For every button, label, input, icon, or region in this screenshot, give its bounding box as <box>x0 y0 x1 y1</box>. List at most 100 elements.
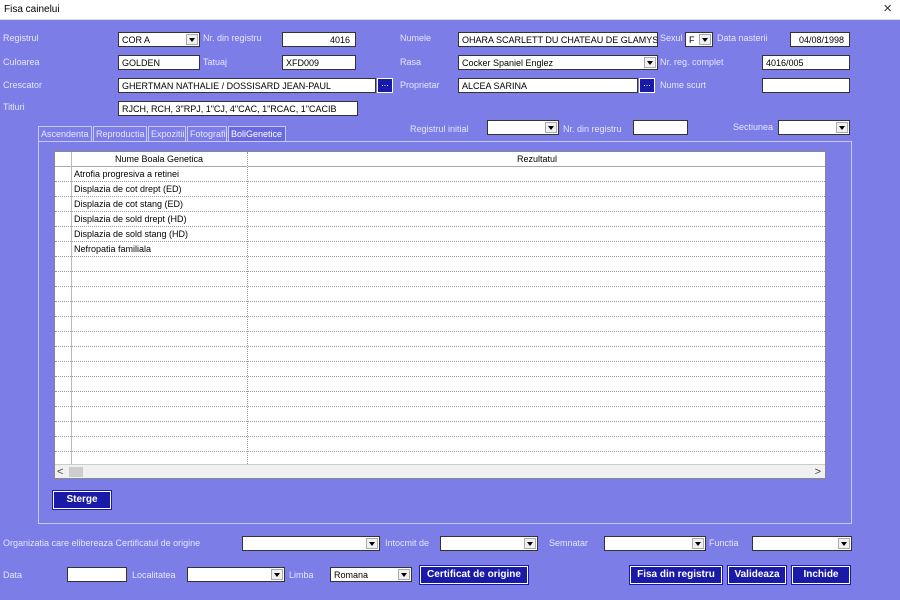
table-row[interactable]: Displazia de sold drept (HD) <box>55 212 825 227</box>
rezultatul-cell[interactable] <box>248 422 825 437</box>
culoarea-field[interactable]: GOLDEN <box>118 55 200 70</box>
tab-reproductia[interactable]: Reproductia <box>93 126 147 141</box>
chevron-down-icon[interactable] <box>398 569 410 580</box>
rezultatul-cell[interactable] <box>248 197 825 212</box>
chevron-down-icon[interactable] <box>836 122 848 133</box>
tab-expozitii[interactable]: Expozitii <box>148 126 186 141</box>
tab-fotografii[interactable]: Fotografii <box>187 126 228 141</box>
scroll-left-icon[interactable]: < <box>57 466 63 478</box>
proprietar-browse-button[interactable]: ... <box>639 78 655 93</box>
rezultatul-cell[interactable] <box>248 377 825 392</box>
rezultatul-cell[interactable] <box>248 347 825 362</box>
rezultatul-cell[interactable] <box>248 182 825 197</box>
boli-genetice-grid: Nume Boala Genetica Rezultatul Atrofia p… <box>54 151 826 479</box>
table-row[interactable] <box>55 437 825 452</box>
table-row[interactable] <box>55 422 825 437</box>
rezultatul-cell[interactable] <box>248 212 825 227</box>
table-row[interactable] <box>55 332 825 347</box>
rezultatul-cell[interactable] <box>248 437 825 452</box>
valideaza-button[interactable]: Valideaza <box>727 565 787 585</box>
tab-boligenetice[interactable]: BoliGenetice <box>228 126 286 141</box>
registrul-select[interactable]: COR A <box>118 32 200 47</box>
organizatia-select[interactable] <box>242 536 380 551</box>
semnatar-select[interactable] <box>604 536 706 551</box>
tab-ascendenta[interactable]: Ascendenta <box>38 126 92 141</box>
table-row[interactable]: Nefropatia familiala <box>55 242 825 257</box>
rezultatul-cell[interactable] <box>248 167 825 182</box>
table-row[interactable] <box>55 317 825 332</box>
nr-registru-2-field[interactable] <box>633 120 688 135</box>
rezultatul-cell[interactable] <box>248 392 825 407</box>
data-label: Data <box>3 570 23 580</box>
sexul-select[interactable]: F <box>685 32 713 47</box>
crescator-browse-button[interactable]: ... <box>377 78 393 93</box>
nume-boala-cell <box>71 377 247 392</box>
limba-select[interactable]: Romana <box>330 567 412 582</box>
column-header-rezultatul[interactable]: Rezultatul <box>248 152 825 167</box>
scroll-thumb[interactable] <box>69 467 83 477</box>
rezultatul-cell[interactable] <box>248 317 825 332</box>
chevron-down-icon[interactable] <box>692 538 704 549</box>
horizontal-scrollbar[interactable]: < > <box>55 464 825 478</box>
inchide-button[interactable]: Inchide <box>791 565 851 585</box>
table-row[interactable]: Displazia de sold stang (HD) <box>55 227 825 242</box>
table-row[interactable] <box>55 272 825 287</box>
nr-registru-field[interactable]: 4016 <box>282 32 356 47</box>
rezultatul-cell[interactable] <box>248 257 825 272</box>
rezultatul-cell[interactable] <box>248 302 825 317</box>
data-field[interactable] <box>67 567 127 582</box>
rezultatul-cell[interactable] <box>248 287 825 302</box>
tatuaj-field[interactable]: XFD009 <box>282 55 356 70</box>
titluri-label: Titluri <box>3 102 25 112</box>
chevron-down-icon[interactable] <box>271 569 283 580</box>
rezultatul-cell[interactable] <box>248 272 825 287</box>
localitatea-select[interactable] <box>187 567 285 582</box>
table-row[interactable] <box>55 392 825 407</box>
table-row[interactable] <box>55 362 825 377</box>
nr-reg-complet-field[interactable]: 4016/005 <box>762 55 850 70</box>
table-row[interactable]: Atrofia progresiva a retinei <box>55 167 825 182</box>
chevron-down-icon[interactable] <box>644 57 656 68</box>
nume-boala-cell: Displazia de sold stang (HD) <box>74 229 189 239</box>
table-row[interactable] <box>55 257 825 272</box>
table-row[interactable] <box>55 407 825 422</box>
column-header-nume-boala[interactable]: Nume Boala Genetica <box>71 152 247 167</box>
certificat-de-origine-button[interactable]: Certificat de origine <box>419 565 529 585</box>
close-icon[interactable]: × <box>883 1 892 17</box>
crescator-field[interactable]: GHERTMAN NATHALIE / DOSSISARD JEAN-PAUL <box>118 78 376 93</box>
registrul-initial-label: Registrul initial <box>410 124 469 134</box>
numele-field[interactable]: OHARA SCARLETT DU CHATEAU DE GLAMYS <box>458 32 658 47</box>
chevron-down-icon[interactable] <box>699 34 711 45</box>
rezultatul-cell[interactable] <box>248 242 825 257</box>
chevron-down-icon[interactable] <box>524 538 536 549</box>
table-row[interactable] <box>55 377 825 392</box>
rezultatul-cell[interactable] <box>248 227 825 242</box>
functia-select[interactable] <box>752 536 852 551</box>
semnatar-label: Semnatar <box>549 538 589 548</box>
table-row[interactable] <box>55 302 825 317</box>
nume-scurt-field[interactable] <box>762 78 850 93</box>
intocmit-select[interactable] <box>440 536 538 551</box>
proprietar-field[interactable]: ALCEA SARINA <box>458 78 638 93</box>
rezultatul-cell[interactable] <box>248 362 825 377</box>
sectiunea-select[interactable] <box>778 120 850 135</box>
chevron-down-icon[interactable] <box>838 538 850 549</box>
table-row[interactable]: Displazia de cot stang (ED) <box>55 197 825 212</box>
chevron-down-icon[interactable] <box>545 122 557 133</box>
table-row[interactable] <box>55 287 825 302</box>
chevron-down-icon[interactable] <box>186 34 198 45</box>
sterge-button[interactable]: Sterge <box>52 490 112 510</box>
titluri-field[interactable]: RJCH, RCH, 3"RPJ, 1"CJ, 4"CAC, 1"RCAC, 1… <box>118 101 358 116</box>
registrul-initial-select[interactable] <box>487 120 559 135</box>
fisa-din-registru-button[interactable]: Fisa din registru <box>629 565 723 585</box>
rezultatul-cell[interactable] <box>248 332 825 347</box>
rasa-select[interactable]: Cocker Spaniel Englez <box>458 55 658 70</box>
rezultatul-cell[interactable] <box>248 407 825 422</box>
table-row[interactable]: Displazia de cot drept (ED) <box>55 182 825 197</box>
nume-boala-cell <box>71 332 247 347</box>
scroll-right-icon[interactable]: > <box>815 466 821 478</box>
data-nasterii-field[interactable]: 04/08/1998 <box>790 32 850 47</box>
table-row[interactable] <box>55 347 825 362</box>
row-header-corner <box>55 152 71 167</box>
chevron-down-icon[interactable] <box>366 538 378 549</box>
